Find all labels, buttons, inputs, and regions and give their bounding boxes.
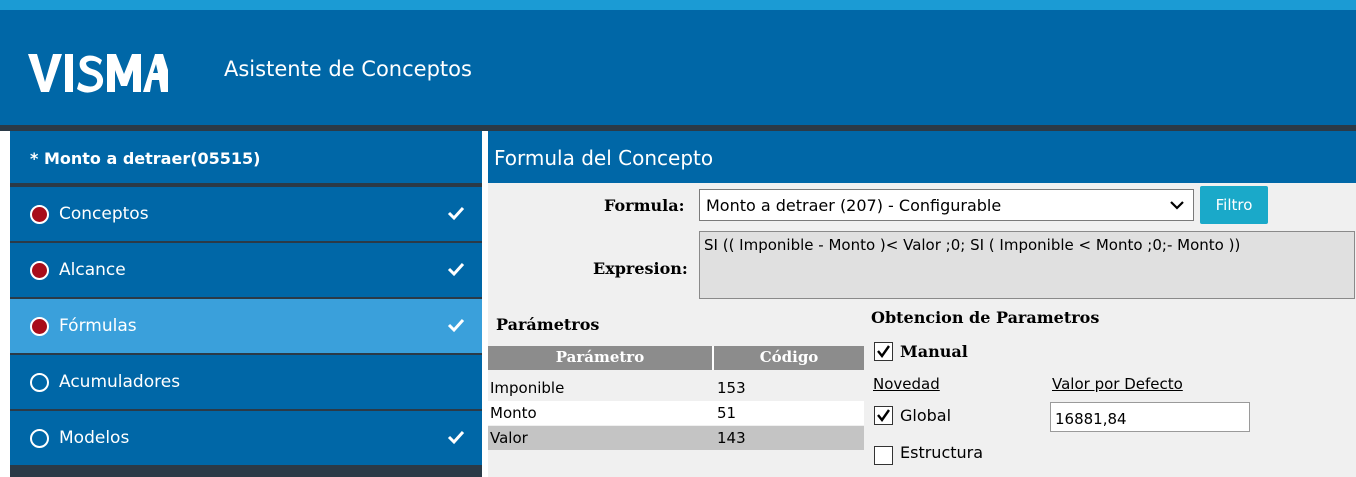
novedad-header: Novedad — [873, 375, 940, 393]
chevron-down-icon — [1170, 201, 1184, 210]
filter-button[interactable]: Filtro — [1200, 186, 1268, 224]
check-icon — [447, 262, 465, 277]
param-name: Valor — [490, 429, 528, 447]
sidebar-item-label: Conceptos — [59, 204, 149, 224]
app-window: Asistente de Conceptos * Monto a detraer… — [0, 0, 1356, 477]
formula-label: Formula: — [604, 196, 685, 215]
table-row[interactable]: Imponible 153 — [488, 376, 864, 400]
param-name: Imponible — [490, 379, 565, 397]
check-icon — [447, 430, 465, 445]
manual-checkbox[interactable] — [874, 342, 893, 361]
param-code: 143 — [717, 429, 746, 447]
top-accent-bar — [0, 0, 1356, 10]
check-icon — [447, 206, 465, 221]
param-code: 153 — [717, 379, 746, 397]
obtencion-title: Obtencion de Parametros — [871, 308, 1100, 327]
panel-title: Formula del Concepto — [488, 131, 1356, 183]
global-label: Global — [900, 406, 952, 425]
expression-label: Expresion: — [593, 259, 688, 278]
sidebar-item-modelos[interactable]: Modelos — [10, 411, 482, 465]
sidebar-item-conceptos[interactable]: Conceptos — [10, 187, 482, 241]
sidebar-item-acumuladores[interactable]: Acumuladores — [10, 355, 482, 409]
estructura-label: Estructura — [900, 443, 984, 462]
sidebar-item-label: Alcance — [59, 260, 126, 280]
sidebar-heading: * Monto a detraer(05515) — [10, 131, 482, 183]
column-header-codigo: Código — [759, 348, 819, 366]
parameters-title: Parámetros — [496, 315, 600, 334]
visma-logo — [28, 54, 168, 93]
formula-select-value: Monto a detraer (207) - Configurable — [706, 196, 1002, 215]
sidebar-item-alcance[interactable]: Alcance — [10, 243, 482, 297]
sidebar-item-formulas[interactable]: Fórmulas — [10, 299, 482, 353]
status-dot-icon — [30, 317, 49, 336]
table-row[interactable]: Monto 51 — [488, 401, 864, 425]
valor-defecto-input[interactable]: 16881,84 — [1050, 402, 1250, 432]
global-checkbox[interactable] — [874, 406, 893, 425]
app-header: Asistente de Conceptos — [0, 10, 1356, 125]
sidebar-item-label: Modelos — [59, 428, 130, 448]
estructura-checkbox[interactable] — [874, 446, 893, 465]
valor-defecto-header: Valor por Defecto — [1052, 375, 1183, 393]
param-name: Monto — [490, 404, 537, 422]
param-code: 51 — [717, 404, 737, 422]
table-header-row: Parámetro Código — [488, 346, 864, 370]
table-row-selected[interactable]: Valor 143 — [488, 426, 864, 450]
checkmark-icon — [877, 409, 890, 423]
checkmark-icon — [877, 345, 890, 359]
formula-select[interactable]: Monto a detraer (207) - Configurable — [699, 189, 1194, 221]
manual-label: Manual — [900, 342, 968, 361]
status-dot-icon — [30, 205, 49, 224]
sidebar: * Monto a detraer(05515) Conceptos Alcan… — [10, 131, 482, 477]
check-icon — [447, 318, 465, 333]
sidebar-item-label: Acumuladores — [59, 372, 181, 392]
status-circle-icon — [30, 373, 49, 392]
column-header-parametro: Parámetro — [555, 348, 645, 366]
status-dot-icon — [30, 261, 49, 280]
expression-field[interactable]: SI (( Imponible - Monto )< Valor ;0; SI … — [699, 231, 1355, 299]
page-title: Asistente de Conceptos — [224, 57, 472, 81]
status-circle-icon — [30, 429, 49, 448]
sidebar-item-label: Fórmulas — [59, 316, 137, 336]
